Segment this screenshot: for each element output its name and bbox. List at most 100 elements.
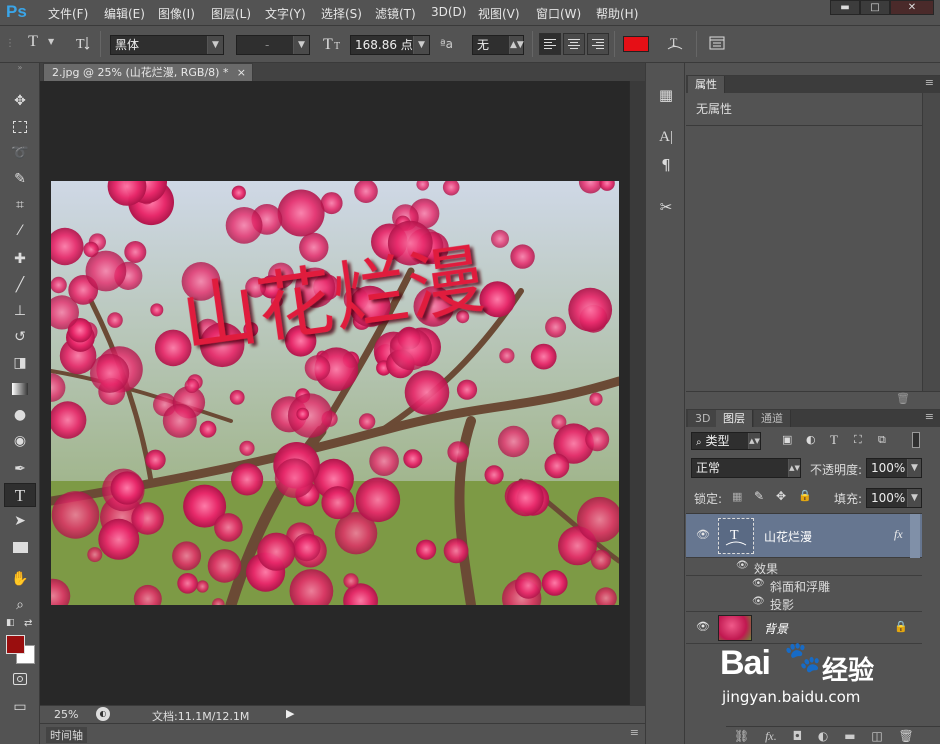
visibility-eye-icon[interactable]: 👁 [696,620,710,633]
screen-mode-icon[interactable]: ▭ [4,695,36,719]
quick-select-tool-icon[interactable]: ✎ [4,167,36,191]
lock-pixels-icon[interactable]: ✎ [754,489,764,503]
mask-icon[interactable]: ◘ [793,729,803,743]
quick-mask-icon[interactable] [4,667,36,691]
vertical-scrollbar[interactable] [629,81,645,705]
menu-file[interactable]: 文件(F) [48,5,88,22]
menu-type[interactable]: 文字(Y) [265,5,306,22]
font-size-select[interactable]: 168.86 点 ▼ [350,35,430,55]
history-brush-tool-icon[interactable]: ↺ [4,325,36,349]
status-menu-arrow-icon[interactable]: ▶ [286,707,294,720]
shape-filter-icon[interactable]: ⛶ [854,433,862,447]
foreground-color-swatch[interactable] [6,635,25,654]
layer-row-text[interactable]: 👁 T 山花烂漫 fx [686,514,922,558]
crop-tool-icon[interactable]: ⌗ [4,193,36,217]
tool-presets-icon[interactable]: ▦ [654,83,678,107]
adjustment-filter-icon[interactable]: ◐ [806,433,816,446]
layer-filter-select[interactable]: ⌕ 类型 ▲▼ [691,432,761,450]
menu-layer[interactable]: 图层(L) [211,5,251,22]
clone-stamp-tool-icon[interactable]: ⊥ [4,299,36,323]
menu-select[interactable]: 选择(S) [321,5,362,22]
canvas-area[interactable]: 山花烂漫 [40,81,629,705]
marquee-tool-icon[interactable] [4,115,36,139]
layer-scroll-thumb[interactable] [910,514,920,558]
brush-tool-icon[interactable]: ╱ [4,273,36,297]
lock-position-icon[interactable]: ✥ [776,489,786,503]
hand-tool-icon[interactable]: ✋ [4,567,36,591]
lock-all-icon[interactable]: 🔒 [798,489,812,502]
swap-colors-icon[interactable]: ⇄ [24,618,32,629]
pen-tool-icon[interactable]: ✒ [4,457,36,481]
healing-brush-tool-icon[interactable]: ✚ [4,247,36,271]
smart-object-filter-icon[interactable]: ⧉ [878,433,886,447]
effects-row[interactable]: 👁 效果 [686,558,922,576]
visibility-eye-icon[interactable]: 👁 [752,596,765,607]
default-colors-icon[interactable]: ◧ [6,618,15,628]
align-left-button[interactable] [539,33,561,55]
font-style-select[interactable]: - ▼ [236,35,310,55]
filter-toggle[interactable] [912,432,920,448]
paragraph-icon[interactable]: ¶ [654,153,678,177]
antialias-select[interactable]: 无 ▲▼ [472,35,524,55]
tab-close-icon[interactable]: × [237,64,246,81]
photo-canvas[interactable]: 山花烂漫 [51,181,619,605]
folder-icon[interactable]: ▬ [844,729,855,743]
menu-view[interactable]: 视图(V) [478,5,520,22]
zoom-tool-icon[interactable]: ⌕ [4,593,36,617]
rectangle-tool-icon[interactable] [4,535,36,559]
menu-help[interactable]: 帮助(H) [596,5,638,22]
pixel-filter-icon[interactable]: ▣ [782,433,792,446]
path-select-tool-icon[interactable]: ➤ [4,509,36,533]
align-center-button[interactable] [563,33,585,55]
new-layer-icon[interactable]: ◫ [871,729,882,743]
collapse-icon[interactable]: » [4,63,36,73]
fx-icon[interactable]: fx. [765,729,777,744]
gradient-tool-icon[interactable] [4,377,36,401]
visibility-eye-icon[interactable]: 👁 [696,528,710,541]
zoom-level[interactable]: 25% [54,708,78,721]
close-button[interactable]: ✕ [890,0,934,15]
blur-tool-icon[interactable]: ● [4,403,36,427]
eyedropper-tool-icon[interactable]: ⁄ [4,219,36,243]
blend-mode-select[interactable]: 正常 ▲▼ [691,458,801,478]
panel-menu-icon[interactable]: ≡ [925,410,934,423]
menu-filter[interactable]: 滤镜(T) [375,5,416,22]
effect-bevel-row[interactable]: 👁 斜面和浮雕 [686,576,922,594]
properties-scrollbar[interactable] [922,93,940,391]
tools-icon[interactable]: ✂ [654,195,678,219]
text-orientation-icon[interactable]: T [72,33,94,57]
move-tool-icon[interactable]: ✥ [4,89,36,113]
type-tool-preset-icon[interactable]: T [22,33,44,51]
trash-icon[interactable]: 🗑 [899,729,914,743]
type-filter-icon[interactable]: T [830,432,838,448]
link-icon[interactable]: ⛓ [734,729,749,743]
opacity-input[interactable]: 100% ▼ [866,458,922,478]
eraser-tool-icon[interactable]: ◨ [4,351,36,375]
menu-window[interactable]: 窗口(W) [536,5,581,22]
tab-properties[interactable]: 属性 [688,76,725,93]
layer-name[interactable]: 背景 [764,620,788,637]
visibility-eye-icon[interactable]: 👁 [752,578,765,589]
menu-edit[interactable]: 编辑(E) [104,5,145,22]
character-icon[interactable]: A| [654,125,678,149]
panel-menu-icon[interactable]: ≡ [630,726,639,739]
tab-layers[interactable]: 图层 [716,410,753,427]
effect-shadow-row[interactable]: 👁 投影 [686,594,922,612]
type-tool-icon[interactable]: T [4,483,36,507]
chevron-down-icon[interactable]: ▼ [48,37,54,46]
panel-menu-icon[interactable]: ≡ [925,76,934,89]
document-tab[interactable]: 2.jpg @ 25% (山花烂漫, RGB/8) * × [43,63,253,81]
maximize-button[interactable]: □ [860,0,890,15]
menu-image[interactable]: 图像(I) [158,5,195,22]
adjustment-icon[interactable]: ◐ [818,729,828,743]
share-icon[interactable]: ◐ [96,707,110,721]
tab-3d[interactable]: 3D [688,410,719,427]
lock-transparent-icon[interactable]: ▦ [732,490,742,503]
menu-3d[interactable]: 3D(D) [431,5,466,19]
timeline-tab[interactable]: 时间轴 [46,727,87,743]
character-panel-icon[interactable] [706,33,728,57]
font-family-select[interactable]: 黑体 ▼ [110,35,224,55]
layer-name[interactable]: 山花烂漫 [764,528,812,545]
lasso-tool-icon[interactable]: ➰ [4,141,36,165]
visibility-eye-icon[interactable]: 👁 [736,560,749,571]
